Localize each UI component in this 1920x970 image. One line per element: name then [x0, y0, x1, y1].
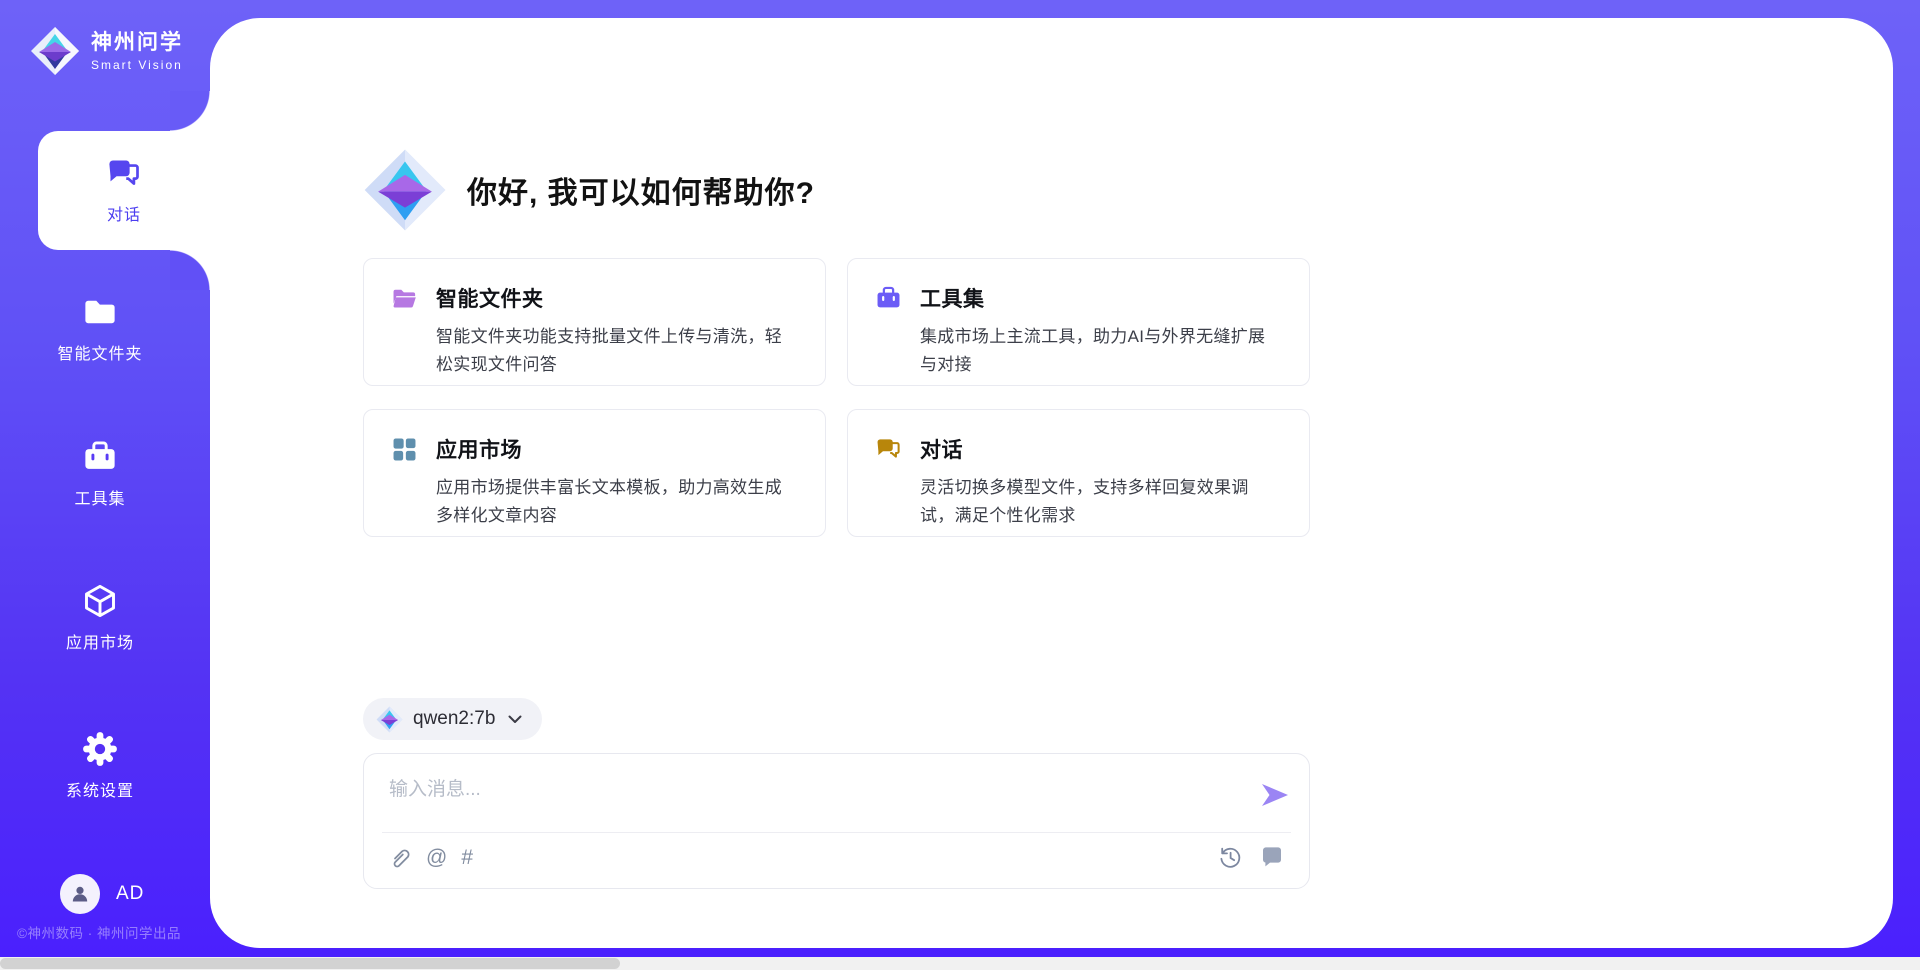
folder-icon — [82, 294, 118, 330]
gear-icon — [82, 731, 118, 767]
content-area: 你好, 我可以如何帮助你? 智能文件夹 智能文件夹功能支持批量文件上传与清洗，轻… — [363, 0, 1310, 930]
hashtag-icon[interactable]: # — [461, 846, 473, 870]
mention-icon[interactable]: @ — [426, 846, 447, 870]
brand-subtitle: Smart Vision — [91, 58, 183, 72]
composer-right-tools — [1217, 844, 1285, 870]
card-description: 应用市场提供丰富长文本模板，助力高效生成多样化文章内容 — [436, 474, 797, 529]
message-input[interactable] — [389, 774, 1249, 826]
tab-fillet-top — [170, 91, 210, 131]
user-profile[interactable]: AD — [60, 874, 144, 914]
sidebar-item-label: 对话 — [107, 201, 141, 225]
sidebar-item-settings[interactable]: 系统设置 — [0, 731, 200, 801]
history-icon[interactable] — [1217, 844, 1243, 870]
sidebar-item-label: 系统设置 — [66, 777, 134, 801]
chat-bubble-icon[interactable] — [1259, 844, 1285, 870]
brand: 神州问学 Smart Vision — [30, 26, 183, 76]
chevron-down-icon — [508, 715, 522, 724]
composer-tools: @ # — [388, 846, 473, 870]
apps-grid-icon — [391, 436, 418, 463]
tab-fillet-bottom — [170, 250, 210, 290]
toolbox-icon — [82, 439, 118, 475]
card-description: 集成市场上主流工具，助力AI与外界无缝扩展与对接 — [920, 323, 1281, 378]
scrollbar-thumb[interactable] — [0, 958, 620, 969]
feature-cards: 智能文件夹 智能文件夹功能支持批量文件上传与清洗，轻松实现文件问答 工具集 集成… — [363, 258, 1310, 537]
card-smart-folder[interactable]: 智能文件夹 智能文件夹功能支持批量文件上传与清洗，轻松实现文件问答 — [363, 258, 826, 386]
card-title: 工具集 — [920, 283, 985, 313]
sidebar-item-label: 智能文件夹 — [57, 340, 142, 364]
copyright: ©神州数码 · 神州问学出品 — [17, 922, 181, 942]
card-title: 智能文件夹 — [436, 283, 544, 313]
chat-icon — [106, 156, 142, 192]
composer-divider — [382, 832, 1291, 833]
sidebar-item-smart-folder[interactable]: 智能文件夹 — [0, 294, 200, 364]
sidebar-item-label: 工具集 — [74, 485, 125, 509]
greeting: 你好, 我可以如何帮助你? — [363, 148, 815, 232]
person-icon — [68, 882, 92, 906]
send-icon[interactable] — [1259, 780, 1291, 810]
sidebar-item-toolset[interactable]: 工具集 — [0, 439, 200, 509]
sidebar-item-app-market[interactable]: 应用市场 — [0, 583, 200, 653]
card-title: 对话 — [920, 434, 963, 464]
model-selector[interactable]: qwen2:7b — [363, 698, 542, 740]
model-name: qwen2:7b — [413, 708, 495, 730]
attachment-icon[interactable] — [388, 846, 412, 870]
avatar — [60, 874, 100, 914]
folder-open-icon — [391, 285, 418, 312]
sidebar-item-label: 应用市场 — [66, 629, 134, 653]
card-toolset[interactable]: 工具集 集成市场上主流工具，助力AI与外界无缝扩展与对接 — [847, 258, 1310, 386]
card-title: 应用市场 — [436, 434, 522, 464]
toolbox-icon — [875, 285, 902, 312]
user-name: AD — [116, 883, 144, 905]
composer: @ # — [363, 753, 1310, 889]
chat-icon — [875, 436, 902, 463]
card-chat[interactable]: 对话 灵活切换多模型文件，支持多样回复效果调试，满足个性化需求 — [847, 409, 1310, 537]
brand-logo-icon — [30, 26, 80, 76]
card-app-market[interactable]: 应用市场 应用市场提供丰富长文本模板，助力高效生成多样化文章内容 — [363, 409, 826, 537]
brand-name: 神州问学 — [91, 30, 183, 55]
cube-icon — [82, 583, 118, 619]
card-description: 灵活切换多模型文件，支持多样回复效果调试，满足个性化需求 — [920, 474, 1281, 529]
model-logo-icon — [376, 706, 403, 733]
greeting-title: 你好, 我可以如何帮助你? — [467, 168, 815, 212]
assistant-logo-icon — [363, 148, 447, 232]
sidebar-item-chat[interactable]: 对话 — [38, 131, 210, 250]
card-description: 智能文件夹功能支持批量文件上传与清洗，轻松实现文件问答 — [436, 323, 797, 378]
horizontal-scrollbar — [0, 957, 1920, 970]
